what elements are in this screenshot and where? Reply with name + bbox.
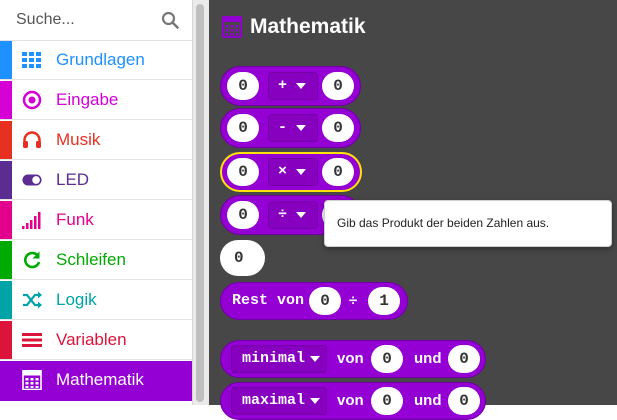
category-mathematik[interactable]: Mathematik (0, 361, 192, 401)
category-label: Funk (56, 210, 94, 229)
category-color-bar (0, 281, 12, 319)
von-label: von (337, 350, 364, 367)
category-label: Logik (56, 290, 97, 309)
operator-dropdown[interactable]: + (268, 72, 318, 100)
search-box (0, 0, 192, 41)
number-input-left[interactable]: 0 (371, 345, 403, 373)
chevron-down-icon (310, 356, 320, 362)
category-color-bar (0, 121, 12, 159)
und-label: und (414, 392, 442, 409)
function-label: minimal (242, 350, 306, 367)
chevron-down-icon (296, 83, 306, 89)
operator-dropdown[interactable]: ÷ (268, 201, 318, 229)
category-color-bar (0, 161, 12, 199)
lines-icon (22, 333, 42, 347)
category-led[interactable]: LED (0, 161, 192, 200)
number-input-left[interactable]: 0 (371, 387, 403, 415)
number-input-right[interactable]: 0 (322, 158, 354, 186)
min-max-dropdown[interactable]: maximal (231, 387, 327, 415)
flyout-title: Mathematik (250, 15, 366, 38)
operator-label: - (278, 119, 288, 136)
operator-label: + (278, 77, 288, 94)
chevron-down-icon (296, 169, 306, 175)
chevron-down-icon (296, 125, 306, 131)
number-input-left[interactable]: 0 (227, 158, 259, 186)
category-musik[interactable]: Musik (0, 121, 192, 160)
headphones-icon (23, 131, 41, 148)
category-grundlagen[interactable]: Grundlagen (0, 41, 192, 80)
category-label: Grundlagen (56, 50, 145, 69)
subtract-block[interactable]: 0 - 0 (220, 108, 361, 148)
number-input-right[interactable]: 0 (322, 72, 354, 100)
category-label: Mathematik (56, 370, 144, 389)
category-schleifen[interactable]: Schleifen (0, 241, 192, 280)
number-input-right[interactable]: 1 (368, 287, 400, 315)
sidebar-scrollbar-thumb[interactable] (196, 4, 204, 402)
category-color-bar (0, 81, 12, 119)
operator-label: × (278, 163, 288, 180)
operator-dropdown[interactable]: - (268, 114, 318, 142)
remainder-block[interactable]: Rest von 0 ÷ 1 (220, 282, 408, 320)
toolbox-sidebar: Grundlagen Eingabe Musik LED (0, 0, 192, 405)
und-label: und (414, 350, 442, 367)
shuffle-icon (23, 291, 42, 309)
remainder-label: Rest von (232, 292, 305, 309)
search-input[interactable] (6, 6, 176, 34)
grid-icon (22, 52, 41, 68)
category-label: LED (56, 170, 90, 189)
multiply-block[interactable]: 0 × 0 (220, 152, 362, 192)
category-eingabe[interactable]: Eingabe (0, 81, 192, 120)
toggle-icon (22, 174, 42, 186)
chevron-down-icon (296, 212, 306, 218)
min-block[interactable]: minimal von 0 und 0 (220, 340, 486, 378)
category-color-bar (0, 201, 12, 239)
operator-dropdown[interactable]: × (268, 158, 318, 186)
target-icon (22, 90, 42, 110)
category-label: Eingabe (56, 90, 119, 109)
block-tooltip: Gib das Produkt der beiden Zahlen aus. (324, 200, 612, 247)
calculator-icon (22, 370, 42, 390)
search-icon[interactable] (161, 11, 179, 29)
add-block[interactable]: 0 + 0 (220, 66, 361, 106)
calculator-icon (222, 16, 242, 38)
function-label: maximal (242, 392, 306, 409)
number-input-left[interactable]: 0 (227, 114, 259, 142)
operator-label: ÷ (278, 206, 288, 223)
number-input-left[interactable]: 0 (227, 72, 259, 100)
category-label: Variablen (56, 330, 127, 349)
number-input-right[interactable]: 0 (448, 345, 480, 373)
category-label: Musik (56, 130, 101, 149)
number-input-left[interactable]: 0 (227, 201, 259, 229)
number-block[interactable]: 0 (220, 240, 265, 276)
refresh-icon (24, 251, 41, 269)
number-input-right[interactable]: 0 (448, 387, 480, 415)
tooltip-text: Gib das Produkt der beiden Zahlen aus. (337, 216, 550, 230)
category-color-bar (0, 41, 12, 79)
signal-bars-icon (22, 212, 41, 229)
category-color-bar (0, 241, 12, 279)
divide-symbol: ÷ (349, 292, 358, 309)
category-label: Schleifen (56, 250, 126, 269)
category-funk[interactable]: Funk (0, 201, 192, 240)
von-label: von (337, 392, 364, 409)
category-color-bar (0, 321, 12, 359)
number-input-left[interactable]: 0 (309, 287, 341, 315)
min-max-dropdown[interactable]: minimal (231, 345, 327, 373)
category-variablen[interactable]: Variablen (0, 321, 192, 360)
max-block[interactable]: maximal von 0 und 0 (220, 382, 486, 420)
category-logik[interactable]: Logik (0, 281, 192, 320)
number-input-right[interactable]: 0 (322, 114, 354, 142)
chevron-down-icon (310, 398, 320, 404)
